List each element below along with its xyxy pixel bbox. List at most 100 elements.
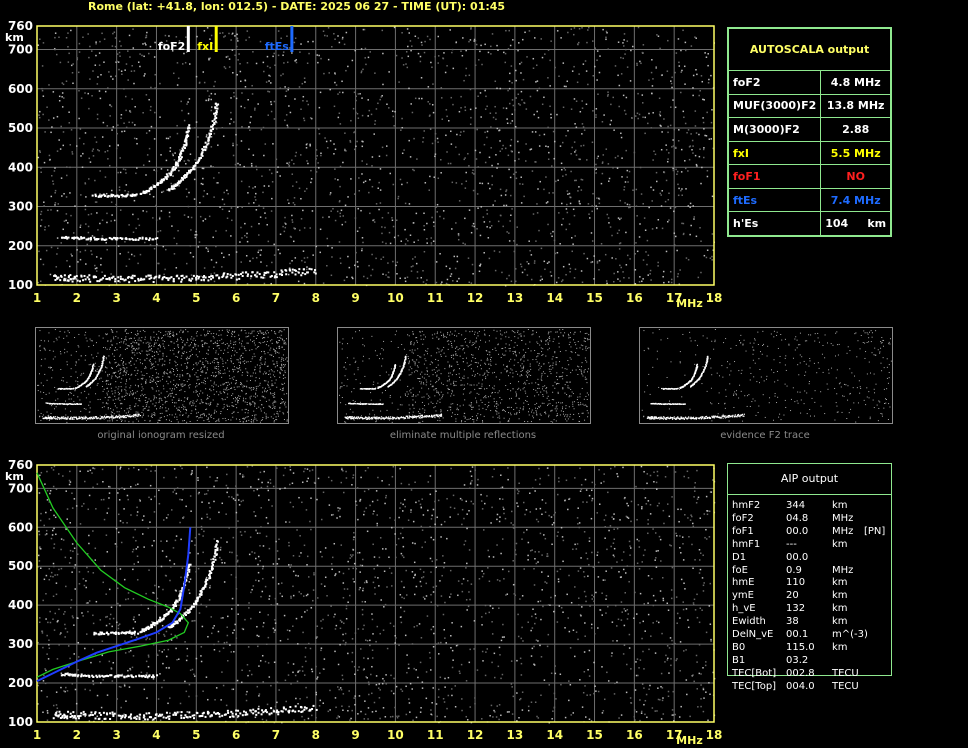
noise-dot <box>509 144 512 147</box>
noise-dot <box>561 279 564 281</box>
thumbnail-noise-dot <box>93 344 95 346</box>
noise-dot <box>88 56 90 59</box>
thumbnail-noise-dot <box>40 365 42 367</box>
thumbnail-noise-dot <box>262 337 264 339</box>
noise-dot <box>625 96 628 99</box>
noise-dot <box>195 121 198 123</box>
thumbnail-noise-dot <box>134 416 136 418</box>
thumbnail-noise-dot <box>255 372 257 374</box>
noise-dot <box>548 261 550 263</box>
thumbnail-noise-dot <box>267 383 269 385</box>
thumbnail-noise-dot <box>109 396 111 398</box>
noise-dot <box>705 256 708 259</box>
noise-dot <box>104 151 106 153</box>
noise-dot <box>357 93 360 95</box>
noise-dot <box>189 245 192 247</box>
noise-dot <box>595 163 597 166</box>
x_trace-dot <box>216 107 219 110</box>
thumbnail-noise-dot <box>254 416 256 418</box>
thumbnail-noise-dot <box>264 341 266 343</box>
noise-dot <box>510 65 513 67</box>
noise-dot <box>639 223 641 225</box>
noise-dot <box>610 103 612 106</box>
noise-dot <box>236 37 238 39</box>
thumbnail-noise-dot <box>231 394 233 396</box>
e_band-dot <box>89 280 92 283</box>
noise-dot <box>652 78 654 80</box>
thumbnail-noise-dot <box>179 374 181 376</box>
thumbnail-noise-dot <box>191 405 193 407</box>
thumbnail-noise-dot <box>105 347 107 349</box>
thumbnail-noise-dot <box>111 367 113 369</box>
autoscala-row: ftEs 7.4 MHz <box>727 187 892 213</box>
noise-dot <box>202 220 204 222</box>
thumbnail-noise-dot <box>201 363 203 365</box>
noise-dot <box>406 66 409 69</box>
e_band-dot <box>114 280 117 283</box>
noise-dot <box>638 236 641 238</box>
noise-dot <box>84 182 86 184</box>
noise-dot <box>388 107 390 109</box>
noise-dot <box>514 268 517 270</box>
thumbnail-noise-dot <box>232 393 234 395</box>
thumbnail-noise-dot <box>133 347 135 349</box>
noise-dot <box>89 161 92 163</box>
noise-dot <box>104 90 107 93</box>
noise-dot <box>640 62 642 65</box>
noise-dot <box>324 137 326 139</box>
noise-dot <box>681 69 683 72</box>
noise-dot <box>318 133 321 135</box>
noise-dot <box>213 85 215 88</box>
thumbnail-noise-dot <box>80 374 82 376</box>
thumbnail-noise-dot <box>114 392 116 394</box>
noise-dot <box>57 203 60 205</box>
thumbnail-noise-dot <box>44 348 46 350</box>
thumbnail-noise-dot <box>284 370 286 372</box>
noise-dot <box>254 109 256 111</box>
thumbnail-noise-dot <box>158 358 160 360</box>
thumbnail-noise-dot <box>279 336 281 338</box>
noise-dot <box>68 111 70 113</box>
thumbnail-noise-dot <box>234 369 236 371</box>
noise-dot <box>349 141 352 143</box>
thumbnail-noise-dot <box>107 408 109 410</box>
thumbnail-noise-dot <box>202 414 204 416</box>
noise-dot <box>74 205 76 207</box>
noise-dot <box>382 83 384 86</box>
thumbnail-noise-dot <box>132 348 134 350</box>
noise-dot <box>606 282 608 285</box>
thumbnail-noise-dot <box>193 364 195 366</box>
thumbnail-noise-dot <box>122 363 124 365</box>
thumbnail-noise-dot <box>267 352 269 354</box>
noise-dot <box>555 180 557 183</box>
noise-dot <box>636 215 638 217</box>
noise-dot <box>155 204 157 207</box>
noise-dot <box>101 271 103 273</box>
noise-dot <box>511 113 514 115</box>
thumbnail-noise-dot <box>75 380 77 382</box>
thumbnail-noise-dot <box>194 344 196 346</box>
noise-dot <box>540 38 543 40</box>
thumbnail-noise-dot <box>213 418 215 420</box>
noise-dot <box>532 67 535 70</box>
noise-dot <box>395 264 397 267</box>
thumbnail-noise-dot <box>220 384 222 386</box>
thumbnail-noise-dot <box>266 390 268 392</box>
noise-dot <box>302 95 305 98</box>
thumbnail-noise-dot <box>161 365 163 367</box>
noise-dot <box>273 243 275 246</box>
noise-dot <box>672 99 674 101</box>
noise-dot <box>223 66 226 68</box>
f_low-dot <box>94 193 97 196</box>
thumbnail-noise-dot <box>117 365 119 367</box>
noise-dot <box>280 272 283 275</box>
noise-dot <box>508 80 511 82</box>
noise-dot <box>567 31 569 34</box>
thumbnail-noise-dot <box>269 349 271 351</box>
thumbnail-noise-dot <box>89 387 91 389</box>
thumbnail-noise-dot <box>189 384 191 386</box>
noise-dot <box>418 97 420 100</box>
noise-dot <box>682 233 685 236</box>
noise-dot <box>277 248 280 251</box>
o_trace-dot <box>148 189 151 192</box>
